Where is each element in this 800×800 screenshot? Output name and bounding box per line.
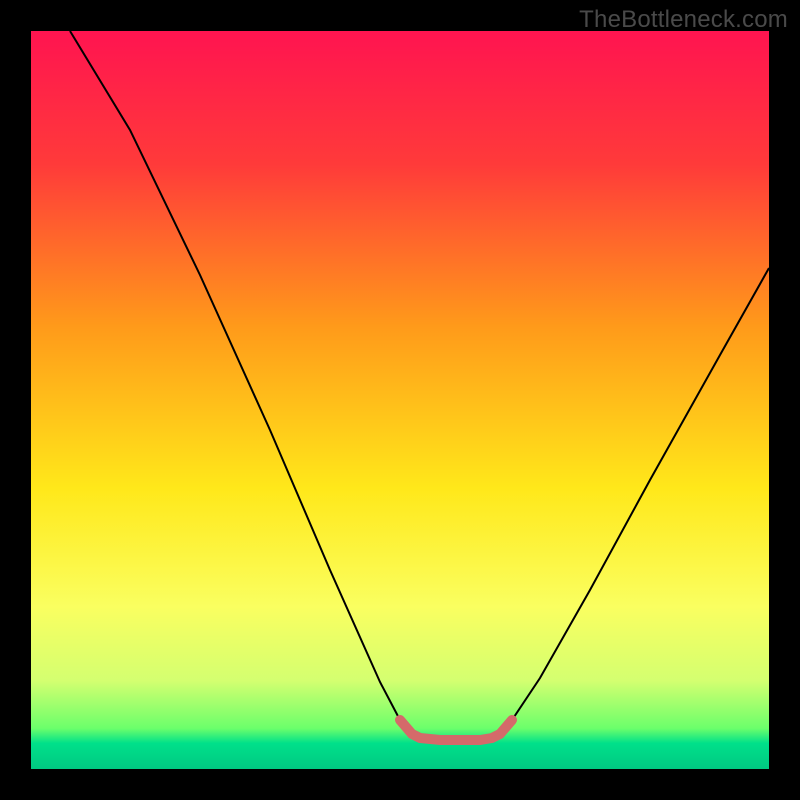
chart-svg bbox=[0, 0, 800, 800]
chart-frame: { "watermark": "TheBottleneck.com", "cha… bbox=[0, 0, 800, 800]
watermark-text: TheBottleneck.com bbox=[579, 6, 788, 34]
plot-background bbox=[31, 31, 769, 769]
